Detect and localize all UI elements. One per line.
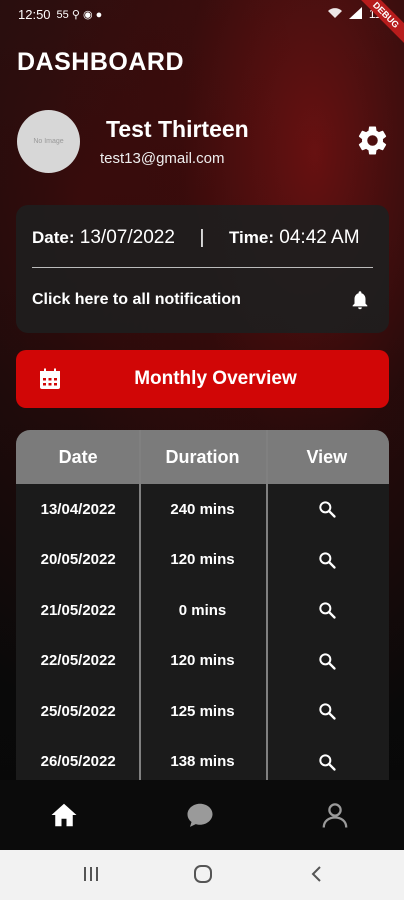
- cell-date: 20/05/2022: [40, 551, 116, 569]
- cell-duration: 138 mins: [170, 753, 235, 771]
- bottom-navigation: [0, 780, 404, 850]
- cell-duration: 125 mins: [170, 702, 235, 720]
- divider: [32, 267, 373, 268]
- table-row: 22/05/2022 120 mins: [16, 636, 389, 687]
- cell-date: 22/05/2022: [40, 652, 116, 670]
- column-header-view: View: [306, 447, 348, 467]
- table-row: 20/05/2022 120 mins: [16, 535, 389, 586]
- monthly-overview-label: Monthly Overview: [134, 368, 297, 389]
- notification-link[interactable]: Click here to all notification: [32, 291, 241, 309]
- avatar[interactable]: No Image: [17, 110, 80, 173]
- column-header-duration: Duration: [165, 447, 240, 467]
- info-card: Date: 13/07/2022 | Time: 04:42 AM Click …: [16, 205, 389, 333]
- page-title: DASHBOARD: [17, 48, 184, 76]
- search-icon[interactable]: [265, 752, 389, 772]
- table-row: 13/04/2022 240 mins: [16, 484, 389, 535]
- search-icon[interactable]: [265, 600, 389, 620]
- search-icon[interactable]: [265, 499, 389, 519]
- date-time-row: Date: 13/07/2022 | Time: 04:42 AM: [32, 227, 377, 249]
- chat-icon[interactable]: [185, 800, 215, 830]
- system-navigation-bar: [0, 850, 404, 900]
- home-icon[interactable]: [49, 800, 79, 830]
- avatar-placeholder-text: No Image: [33, 138, 64, 145]
- table-body: 13/04/2022 240 mins 20/05/2022 120 mins …: [16, 484, 389, 780]
- signal-icon: [348, 6, 363, 22]
- search-icon[interactable]: [265, 550, 389, 570]
- search-icon[interactable]: [265, 651, 389, 671]
- table-row: 21/05/2022 0 mins: [16, 585, 389, 636]
- cell-date: 21/05/2022: [40, 601, 116, 619]
- status-time: 12:50: [18, 6, 51, 22]
- monthly-overview-button[interactable]: Monthly Overview: [16, 350, 389, 408]
- user-name: Test Thirteen: [106, 116, 249, 142]
- date-time-separator: |: [199, 227, 205, 248]
- time-value: 04:42 AM: [279, 227, 360, 248]
- search-icon[interactable]: [265, 701, 389, 721]
- person-icon[interactable]: [320, 800, 350, 830]
- home-button-icon[interactable]: [193, 864, 213, 889]
- cell-date: 26/05/2022: [40, 753, 116, 771]
- status-notification-icons: 55 ⚲ ◉ ●: [56, 8, 103, 21]
- cell-duration: 240 mins: [170, 500, 235, 518]
- bell-icon[interactable]: [349, 289, 371, 311]
- time-label: Time:: [228, 228, 274, 247]
- table-header: Date Duration View: [16, 430, 389, 484]
- cell-duration: 120 mins: [170, 551, 235, 569]
- cell-duration: 120 mins: [170, 652, 235, 670]
- status-bar: 12:50 55 ⚲ ◉ ● 11%: [0, 0, 404, 28]
- sessions-table: Date Duration View 13/04/2022 240 mins 2…: [16, 430, 389, 780]
- column-header-date: Date: [58, 447, 98, 467]
- cell-duration: 0 mins: [178, 601, 227, 619]
- date-label: Date:: [32, 228, 75, 247]
- table-row: 25/05/2022 125 mins: [16, 686, 389, 737]
- back-icon[interactable]: [308, 864, 324, 889]
- cell-date: 25/05/2022: [40, 702, 116, 720]
- recents-icon[interactable]: [82, 864, 100, 889]
- user-email: test13@gmail.com: [100, 150, 225, 167]
- wifi-icon: [327, 7, 343, 22]
- gear-icon[interactable]: [355, 123, 390, 158]
- table-row: 26/05/2022 138 mins: [16, 737, 389, 781]
- cell-date: 13/04/2022: [40, 500, 116, 518]
- date-value: 13/07/2022: [79, 227, 175, 248]
